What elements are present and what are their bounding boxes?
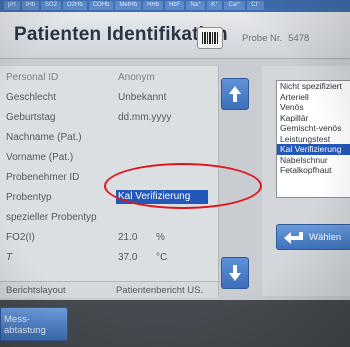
parameter-tab[interactable]: Na⁺: [186, 1, 206, 10]
list-item[interactable]: Kapillär: [277, 113, 350, 124]
measurement-button-line1: Mess-: [4, 314, 30, 325]
list-item[interactable]: Arteriell: [277, 92, 350, 103]
field-label: Probentyp: [6, 192, 52, 203]
field-value: dd.mm.yyyy: [118, 112, 172, 123]
sample-number: Probe Nr. 5478: [242, 33, 309, 44]
form-row-temperature[interactable]: T 37.0 °C: [0, 250, 218, 266]
list-item[interactable]: Fetalkopfhaut: [277, 165, 350, 176]
report-layout-row[interactable]: Berichtslayout Patientenbericht US.: [0, 281, 218, 298]
form-row-last-name[interactable]: Nachname (Pat.): [0, 130, 218, 146]
form-row-first-name[interactable]: Vorname (Pat.): [0, 150, 218, 166]
measurement-sampling-button[interactable]: Mess- abtastung: [0, 307, 68, 341]
field-value: Unbekannt: [118, 92, 167, 103]
parameter-tab-strip: pH tHb SO2 O2Hb COHb MetHb HHb HbF Na⁺ K…: [0, 0, 350, 12]
sample-number-label: Probe Nr.: [242, 33, 283, 44]
field-label: FO2(I): [6, 232, 35, 243]
list-item[interactable]: Venös: [277, 102, 350, 113]
enter-arrow-icon: [284, 232, 303, 244]
field-unit: °C: [156, 252, 168, 263]
parameter-tab[interactable]: SO2: [41, 1, 62, 10]
barcode-icon: [202, 32, 218, 44]
list-item[interactable]: Nicht spezifiziert: [277, 81, 350, 92]
sample-number-value: 5478: [288, 33, 310, 44]
field-label: Vorname (Pat.): [6, 152, 74, 163]
list-item[interactable]: Gemischt-venös: [277, 123, 350, 134]
page-header: Patienten Identifikation Probe Nr. 5478: [0, 12, 350, 59]
form-row-special-sample-type[interactable]: spezieller Probentyp: [0, 210, 218, 226]
field-label: Personal ID: [6, 72, 59, 83]
parameter-tab[interactable]: O2Hb: [63, 1, 87, 10]
field-label: Nachname (Pat.): [6, 132, 82, 143]
field-value: 37.0: [118, 252, 138, 263]
arrow-down-icon: [229, 265, 241, 281]
field-value: Anonym: [118, 72, 155, 83]
list-item[interactable]: Nabelschnur: [277, 155, 350, 166]
parameter-tab[interactable]: MetHb: [115, 1, 142, 10]
scroll-down-button[interactable]: [221, 257, 249, 289]
parameter-tab[interactable]: Ca²⁺: [224, 1, 246, 10]
field-label: Probenehmer ID: [6, 172, 80, 183]
field-unit: %: [156, 232, 165, 243]
analyzer-screen: pH tHb SO2 O2Hb COHb MetHb HHb HbF Na⁺ K…: [0, 0, 350, 347]
arrow-up-icon: [229, 86, 241, 102]
scroll-up-button[interactable]: [221, 78, 249, 110]
parameter-tab[interactable]: COHb: [88, 1, 114, 10]
measurement-button-line2: abtastung: [4, 325, 46, 336]
parameter-tab[interactable]: Cl⁻: [247, 1, 265, 10]
parameter-tab[interactable]: HbF: [165, 1, 185, 10]
field-value: 21.0: [118, 232, 138, 243]
field-label: spezieller Probentyp: [6, 212, 97, 223]
report-layout-value: Patientenbericht US.: [116, 285, 204, 296]
parameter-tab[interactable]: pH: [4, 1, 20, 10]
parameter-tab[interactable]: tHb: [21, 1, 40, 10]
field-label: Geburtstag: [6, 112, 56, 123]
choose-button[interactable]: Wählen: [276, 224, 350, 250]
barcode-scan-button[interactable]: [197, 27, 223, 49]
parameter-tab[interactable]: HHb: [143, 1, 164, 10]
form-row-sampler-id[interactable]: Probenehmer ID: [0, 170, 218, 186]
form-row-gender[interactable]: Geschlecht Unbekannt: [0, 90, 218, 106]
sample-type-selected-value[interactable]: Kal Verifizierung: [116, 190, 208, 204]
page-title: Patienten Identifikation: [14, 24, 228, 45]
form-row-personal-id[interactable]: Personal ID Anonym: [0, 70, 218, 86]
form-row-sample-type[interactable]: Probentyp Kal Verifizierung: [0, 190, 218, 206]
list-item-selected[interactable]: Kal Verifizierung: [277, 144, 350, 155]
patient-form: Personal ID Anonym Geschlecht Unbekannt …: [0, 66, 219, 296]
parameter-tab[interactable]: K⁺: [207, 1, 223, 10]
sample-type-list[interactable]: Nicht spezifiziert Arteriell Venös Kapil…: [276, 80, 350, 198]
choose-button-label: Wählen: [309, 232, 342, 243]
form-row-fio2[interactable]: FO2(I) 21.0 %: [0, 230, 218, 246]
field-label: T: [6, 252, 13, 263]
field-label: Geschlecht: [6, 92, 57, 103]
report-layout-label: Berichtslayout: [6, 285, 66, 296]
form-row-birthday[interactable]: Geburtstag dd.mm.yyyy: [0, 110, 218, 126]
list-item[interactable]: Leistungstest: [277, 134, 350, 145]
